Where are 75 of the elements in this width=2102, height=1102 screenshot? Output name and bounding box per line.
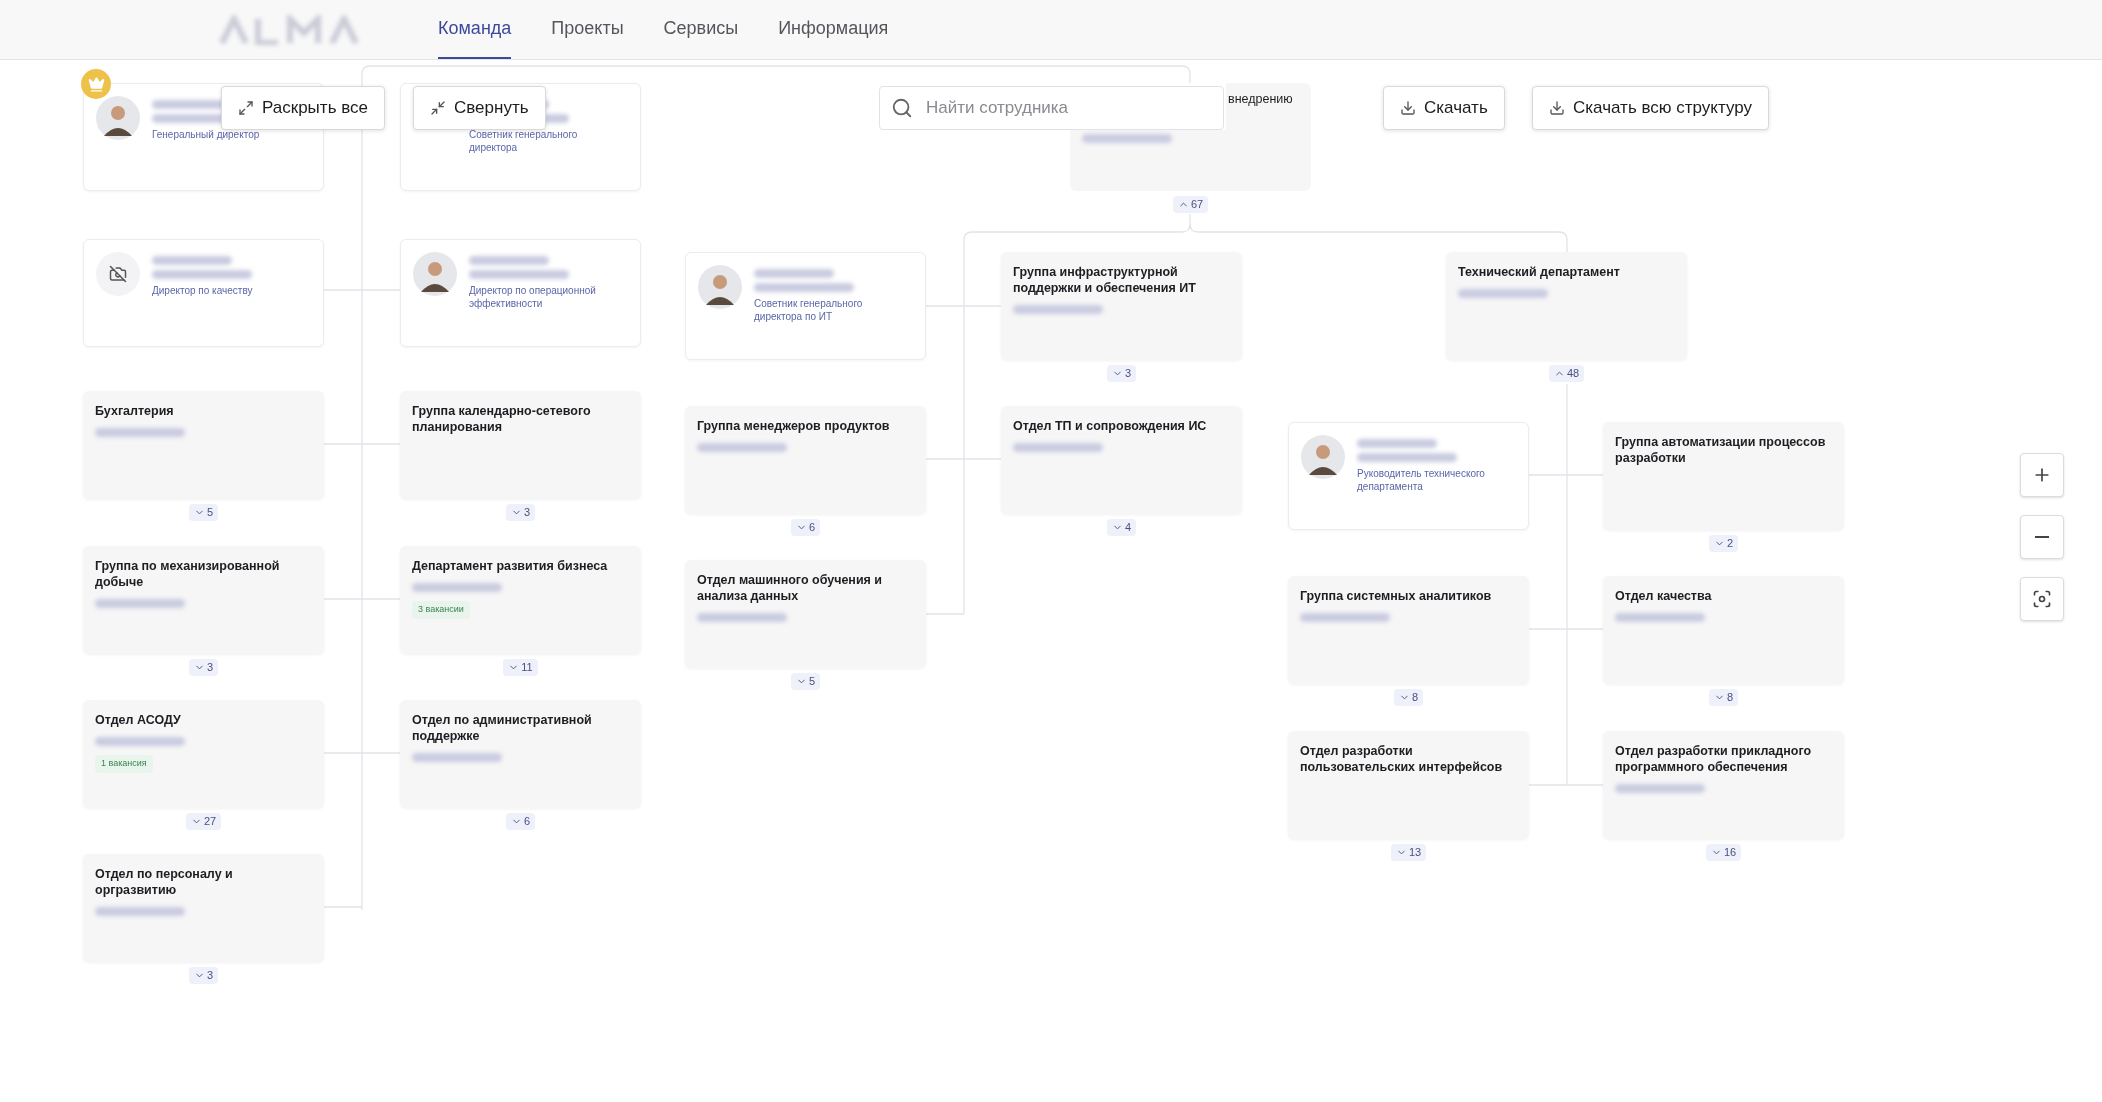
children-count-toggle[interactable]: 48	[1548, 365, 1585, 382]
department-title: Отдел машинного обучения и анализа данных	[697, 572, 884, 604]
children-count-toggle[interactable]: 3	[505, 504, 536, 521]
nav-tab[interactable]: Проекты	[551, 0, 624, 59]
department-title: Отдел разработки пользовательских интерфейсов	[1300, 743, 1504, 775]
children-count-toggle[interactable]: 67	[1172, 196, 1209, 213]
department-title: Бухгалтерия	[95, 403, 175, 419]
department-card[interactable]: Группа по механизированной добыче	[83, 546, 324, 654]
nav-tab[interactable]: Сервисы	[663, 0, 739, 59]
download-button[interactable]: Скачать	[1383, 86, 1505, 130]
employee-card[interactable]: Директор по операционной эффективности	[400, 239, 641, 347]
department-card[interactable]: Отдел качества	[1603, 576, 1844, 684]
children-count-toggle[interactable]: 5	[790, 673, 821, 690]
department-card[interactable]: Технический департамент	[1446, 252, 1687, 360]
download-structure-button[interactable]: Скачать всю структуру	[1532, 86, 1769, 130]
children-count-toggle[interactable]: 27	[185, 813, 222, 830]
department-title: Отдел разработки прикладного программного обеспечения	[1615, 743, 1813, 775]
job-title: Директор по операционной эффективности	[469, 284, 597, 310]
children-count-toggle[interactable]: 16	[1705, 844, 1742, 861]
department-card[interactable]: Отдел разработки прикладного программного обеспечения	[1603, 731, 1844, 839]
department-title: Отдел по административной поддержке	[412, 712, 593, 744]
department-card[interactable]: внедрению	[1226, 83, 1311, 191]
department-card[interactable]: Отдел ТП и сопровождения ИС	[1001, 406, 1242, 514]
department-card[interactable]: Группа менеджеров продуктов	[685, 406, 926, 514]
job-title: Руководитель технического департамента	[1357, 467, 1486, 493]
vacancy-badge: 3 вакансии	[412, 601, 470, 619]
department-card[interactable]: Отдел АСОДУ 1 вакансия	[83, 700, 324, 808]
children-count-toggle[interactable]: 5	[188, 504, 219, 521]
search-field[interactable]: Найти сотрудника	[879, 86, 1224, 130]
department-card[interactable]: Бухгалтерия	[83, 391, 324, 499]
department-card[interactable]: Группа инфраструктурной поддержки и обеспечения ИТ	[1001, 252, 1242, 360]
employee-card[interactable]: Директор по качеству	[83, 239, 324, 347]
children-count-toggle[interactable]: 6	[505, 813, 536, 830]
job-title: Директор по качеству	[152, 284, 254, 297]
children-count-toggle[interactable]: 3	[188, 659, 219, 676]
department-card[interactable]: Отдел разработки пользовательских интерфейсов	[1288, 731, 1529, 839]
department-card[interactable]: Группа автоматизации процессов разработки	[1603, 422, 1844, 530]
job-title: Генеральный директор	[152, 128, 261, 141]
children-count-toggle[interactable]: 8	[1708, 689, 1739, 706]
department-title: внедрению	[1228, 91, 1294, 107]
expand-all-button[interactable]: Раскрыть все	[221, 86, 385, 130]
department-title: Группа по механизированной добыче	[95, 558, 281, 590]
department-title: Отдел качества	[1615, 588, 1713, 604]
children-count-toggle[interactable]: 8	[1393, 689, 1424, 706]
department-title: Департамент развития бизнеса	[412, 558, 609, 574]
vacancy-badge: 1 вакансия	[95, 755, 153, 773]
department-card[interactable]: Отдел по персоналу и оргразвитию	[83, 854, 324, 962]
job-title: Советник генерального директора	[469, 128, 579, 154]
department-card[interactable]: Отдел машинного обучения и анализа данных	[685, 560, 926, 668]
department-title: Группа инфраструктурной поддержки и обеспечения ИТ	[1013, 264, 1197, 296]
employee-card[interactable]: Советник генерального директора по ИТ	[685, 252, 926, 360]
collapse-button[interactable]: Свернуть	[413, 86, 546, 130]
job-title: Советник генерального директора по ИТ	[754, 297, 864, 323]
department-title: Группа менеджеров продуктов	[697, 418, 891, 434]
department-title: Группа системных аналитиков	[1300, 588, 1493, 604]
children-count-toggle[interactable]: 11	[503, 659, 538, 676]
department-title: Отдел ТП и сопровождения ИС	[1013, 418, 1208, 434]
nav-tab[interactable]: Команда	[438, 0, 512, 59]
children-count-toggle[interactable]: 3	[188, 967, 219, 984]
nav-tab[interactable]: Информация	[778, 0, 889, 59]
employee-card[interactable]: Руководитель технического департамента	[1288, 422, 1529, 530]
department-title: Группа календарно-сетевого планирования	[412, 403, 592, 435]
department-title: Технический департамент	[1458, 264, 1621, 280]
department-title: Группа автоматизации процессов разработки	[1615, 434, 1827, 466]
department-card[interactable]: Группа календарно-сетевого планирования	[400, 391, 641, 499]
children-count-toggle[interactable]: 6	[790, 519, 821, 536]
department-title: Отдел по персоналу и оргразвитию	[95, 866, 234, 898]
children-count-toggle[interactable]: 4	[1106, 519, 1137, 536]
children-count-toggle[interactable]: 3	[1106, 365, 1137, 382]
children-count-toggle[interactable]: 13	[1390, 844, 1427, 861]
department-card[interactable]: Департамент развития бизнеса 3 вакансии	[400, 546, 641, 654]
children-count-toggle[interactable]: 2	[1708, 535, 1739, 552]
department-card[interactable]: Отдел по административной поддержке	[400, 700, 641, 808]
department-title: Отдел АСОДУ	[95, 712, 182, 728]
department-card[interactable]: Группа системных аналитиков	[1288, 576, 1529, 684]
